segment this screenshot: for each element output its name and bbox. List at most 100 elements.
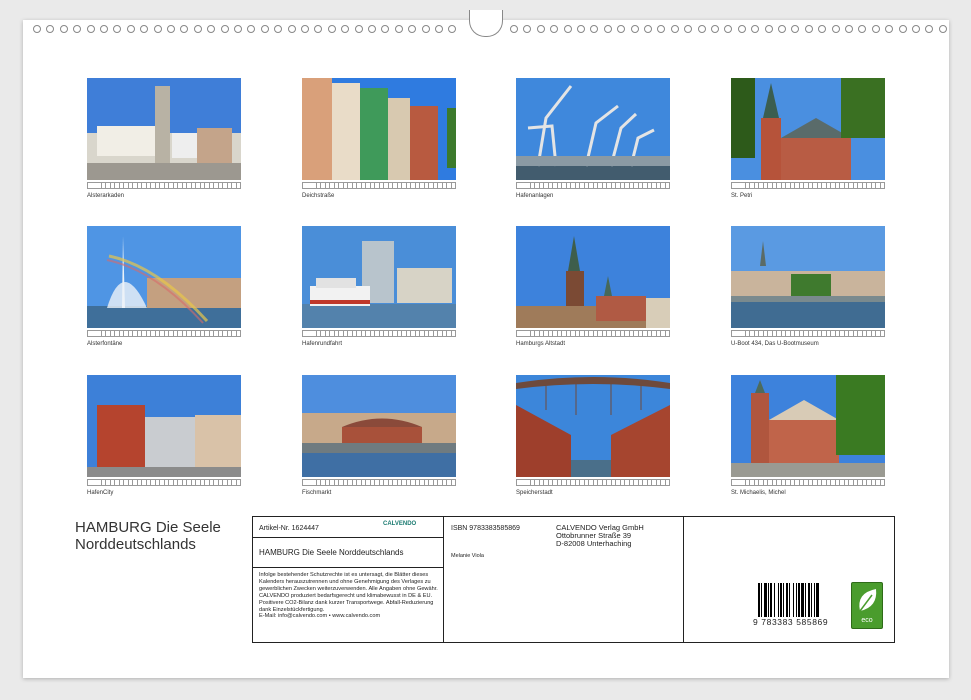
photo-alsterfontaene [87,226,241,328]
photo-caption: St. Michaelis, Michel [731,490,786,496]
binding-hole [287,25,296,33]
barcode-bar [793,583,794,617]
binding-hole [670,25,679,33]
binding-hole [448,25,457,33]
barcode-bar [761,583,762,617]
binding-hole [577,25,585,33]
binding-hole [354,25,363,33]
binding-hole [180,25,189,33]
binding-hole [871,25,880,33]
binding-hole [791,25,800,33]
binding-hole [925,25,934,33]
binding-hole [314,25,323,33]
photo-hafenrundfahrt [302,226,456,328]
binding-hole [711,25,719,33]
binding-hole [898,25,907,33]
photo-thumbnail [516,375,670,477]
photo-caption: Hafenrundfahrt [302,341,343,347]
barcode-bar [778,583,779,617]
binding-hole [193,25,202,33]
photo-thumbnail [87,375,241,477]
date-strip [87,330,242,337]
binding-hole [737,25,746,33]
calvendo-logo: CALVENDO [383,521,417,527]
binding-hole [536,25,545,33]
binding-hole [590,25,599,33]
photo-thumbnail [302,375,456,477]
barcode-number: 9 783383 585869 [753,617,829,627]
binding-hole [73,25,82,33]
binding-hole [220,25,229,33]
binding-hole [167,25,175,33]
photo-caption: Deichstraße [302,193,335,199]
binding-hole [234,25,242,33]
binding-hole [804,25,813,33]
binding-hole [113,25,122,33]
binding-hole [33,25,41,33]
photo-thumbnail [731,78,885,180]
barcode-bar [783,583,784,617]
barcode-bar [764,583,767,617]
barcode-bar [808,583,810,617]
date-strip [302,330,457,337]
date-strip [87,479,242,486]
barcode-bar [814,583,815,617]
publisher-address: CALVENDO Verlag GmbH Ottobrunner Straße 3… [556,523,644,548]
binding-hole [368,25,376,33]
photo-caption: Fischmarkt [302,490,332,496]
binding-hole [100,25,108,33]
photo-speicherstadt [516,375,670,477]
binding-hole [617,25,626,33]
binding-hole [912,25,920,33]
barcode-bar [811,583,812,617]
photo-caption: Alsterarkaden [87,193,125,199]
binding-hole [858,25,867,33]
binding-hole [831,25,840,33]
binding-hole [644,25,652,33]
eco-leaf-icon: eco [851,582,883,629]
photo-thumbnail [302,78,456,180]
binding-hole [46,25,55,33]
binding-hole [845,25,853,33]
photo-caption: St. Petri [731,193,753,199]
photo-thumbnail [516,78,670,180]
binding-hole [550,25,559,33]
binding-hole [724,25,733,33]
barcode-bar [805,583,806,617]
info-panel: Artikel-Nr. 1624447 CALVENDO HAMBURG Die… [252,516,895,643]
binding-hole [408,25,417,33]
photo-michel [731,375,885,477]
binding-hole [59,25,68,33]
barcode-bar [758,583,760,617]
binding-hole [381,25,390,33]
binding-hole [341,25,350,33]
photo-caption: U-Boot 434, Das U-Bootmuseum [731,341,819,347]
binding-hole [86,25,95,33]
date-strip [731,479,886,486]
photo-fischmarkt [302,375,456,477]
binding-hole [778,25,786,33]
author: Melanie Viola [451,553,484,559]
photo-thumbnail [87,226,241,328]
photo-deichstrasse [302,78,456,180]
date-strip [87,182,242,189]
binding-hole [697,25,706,33]
binding-hole [153,25,162,33]
binding-hole [630,25,639,33]
binding-hole [207,25,216,33]
barcode-bar [768,583,769,617]
isbn: ISBN 9783383585869 [451,525,520,532]
photo-hafenanlagen [516,78,670,180]
date-strip [302,182,457,189]
barcode-bar [801,583,804,617]
binding-hole [938,25,947,33]
date-strip [302,479,457,486]
barcode-bar [798,583,800,617]
photo-st-petri [731,78,885,180]
barcode-bar [774,583,775,617]
photo-hafencity [87,375,241,477]
photo-caption: Hafenanlagen [516,193,554,199]
binding-hole [247,25,256,33]
barcode-bar [780,583,782,617]
date-strip [516,479,671,486]
